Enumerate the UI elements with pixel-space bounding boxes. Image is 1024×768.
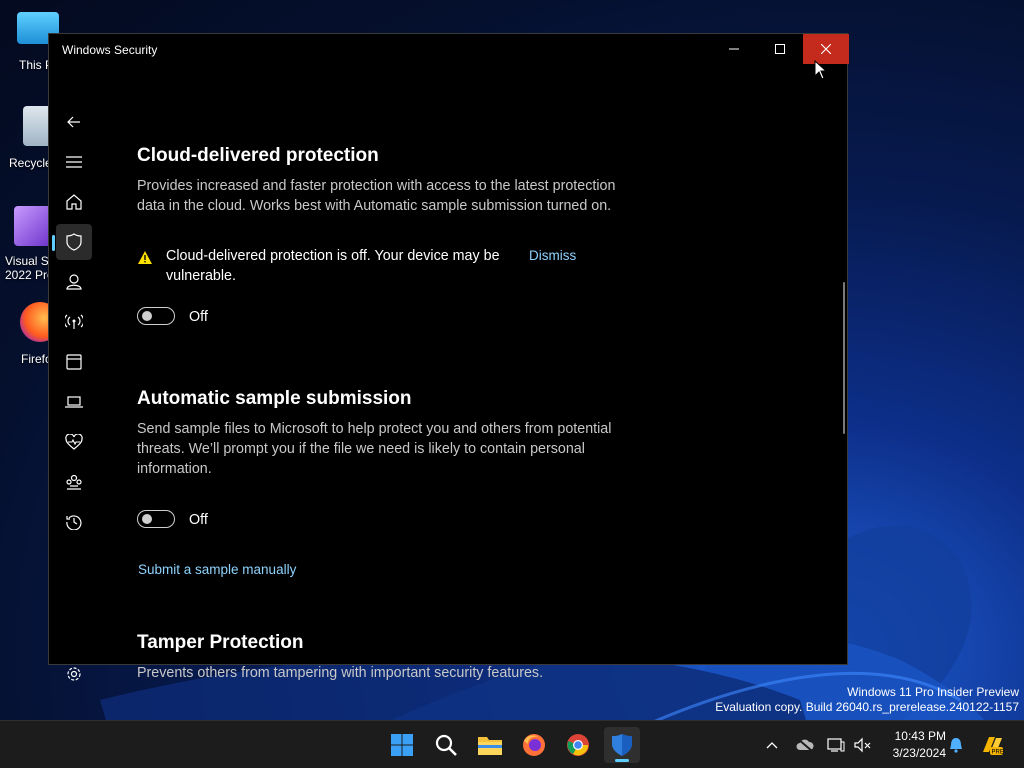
navigation-rail bbox=[49, 66, 97, 681]
start-icon bbox=[391, 734, 413, 756]
close-icon bbox=[821, 44, 831, 54]
desktop-icon-label: Recycle bbox=[9, 156, 52, 170]
settings-content: Cloud-delivered protection Provides incr… bbox=[137, 66, 847, 681]
dismiss-link[interactable]: Dismiss bbox=[529, 246, 576, 266]
clock-date: 3/23/2024 bbox=[892, 746, 946, 760]
file-explorer-icon bbox=[478, 737, 502, 755]
maximize-icon bbox=[775, 44, 785, 54]
menu-button[interactable] bbox=[56, 144, 92, 180]
search-button[interactable] bbox=[428, 727, 464, 763]
submit-sample-manually-link[interactable]: Submit a sample manually bbox=[138, 562, 296, 577]
search-icon bbox=[435, 734, 457, 756]
back-icon bbox=[67, 116, 80, 128]
nav-account-protection[interactable] bbox=[56, 264, 92, 300]
copilot-pre-icon: PRE bbox=[983, 737, 1004, 756]
onedrive-tray[interactable] bbox=[794, 721, 816, 768]
title-bar[interactable]: Windows Security bbox=[49, 34, 849, 66]
person-icon bbox=[66, 274, 82, 290]
windows-security-window: Windows Security Cloud-delivered protect… bbox=[48, 33, 849, 681]
cloud-protection-heading: Cloud-delivered protection bbox=[137, 145, 379, 166]
start-button[interactable] bbox=[384, 727, 420, 763]
desktop-icon-label: Visual St 2022 Pre bbox=[5, 254, 54, 282]
nav-firewall[interactable] bbox=[56, 304, 92, 340]
copilot-button[interactable]: PRE bbox=[978, 721, 1006, 768]
sample-submission-toggle[interactable] bbox=[137, 510, 175, 528]
clock-time: 10:43 PM bbox=[894, 729, 946, 743]
notifications-button[interactable] bbox=[946, 721, 966, 768]
mouse-cursor-icon bbox=[814, 60, 826, 80]
nav-protection-history[interactable] bbox=[56, 504, 92, 540]
network-tray[interactable] bbox=[826, 721, 846, 768]
firefox-button[interactable] bbox=[516, 727, 552, 763]
vertical-scrollbar[interactable] bbox=[843, 282, 845, 434]
volume-tray[interactable] bbox=[852, 721, 874, 768]
taskbar: 10:43 PM 3/23/2024 PRE bbox=[0, 720, 1024, 768]
nav-family-options[interactable] bbox=[56, 464, 92, 500]
tamper-protection-heading: Tamper Protection bbox=[137, 632, 304, 653]
menu-icon bbox=[66, 156, 82, 168]
svg-text:PRE: PRE bbox=[992, 750, 1004, 756]
cloud-offline-icon bbox=[796, 738, 814, 752]
chrome-icon bbox=[567, 734, 589, 756]
chrome-button[interactable] bbox=[560, 727, 596, 763]
taskbar-clock[interactable]: 10:43 PM 3/23/2024 bbox=[876, 728, 946, 762]
back-button[interactable] bbox=[56, 104, 92, 140]
tamper-protection-description: Prevents others from tampering with impo… bbox=[137, 665, 544, 681]
watermark-line-1: Windows 11 Pro Insider Preview bbox=[847, 685, 1019, 699]
heart-icon bbox=[65, 434, 83, 450]
toggle-knob bbox=[142, 311, 152, 321]
cloud-protection-description: Provides increased and faster protection… bbox=[137, 178, 616, 214]
windows-security-icon bbox=[612, 734, 632, 756]
minimize-icon bbox=[729, 48, 739, 50]
minimize-button[interactable] bbox=[711, 34, 757, 64]
nav-device-security[interactable] bbox=[56, 384, 92, 420]
home-icon bbox=[66, 194, 82, 210]
active-indicator bbox=[52, 235, 55, 251]
file-explorer-button[interactable] bbox=[472, 727, 508, 763]
nav-app-browser[interactable] bbox=[56, 344, 92, 380]
settings-icon bbox=[67, 667, 81, 681]
sample-toggle-label: Off bbox=[189, 512, 208, 528]
close-button[interactable] bbox=[803, 34, 849, 64]
wifi-icon bbox=[65, 314, 83, 329]
nav-home[interactable] bbox=[56, 184, 92, 220]
bell-icon bbox=[950, 738, 962, 753]
maximize-button[interactable] bbox=[757, 34, 803, 64]
history-icon bbox=[66, 515, 82, 530]
show-hidden-icons-button[interactable] bbox=[762, 721, 782, 768]
device-icon bbox=[65, 396, 83, 408]
nav-settings[interactable] bbox=[56, 656, 92, 692]
cloud-warning-text: Cloud-delivered protection is off. Your … bbox=[166, 248, 500, 284]
sample-submission-heading: Automatic sample submission bbox=[137, 388, 412, 409]
window-title: Windows Security bbox=[62, 43, 158, 57]
windows-security-taskbar-button[interactable] bbox=[604, 727, 640, 763]
evaluation-watermark: Windows 11 Pro Insider Preview Evaluatio… bbox=[715, 685, 1019, 715]
nav-virus-protection[interactable] bbox=[56, 224, 92, 260]
chevron-up-icon bbox=[766, 742, 778, 749]
warning-icon bbox=[138, 251, 152, 264]
cloud-protection-toggle[interactable] bbox=[137, 307, 175, 325]
sample-submission-description: Send sample files to Microsoft to help p… bbox=[137, 421, 612, 477]
app-browser-icon bbox=[66, 354, 82, 370]
nav-device-health[interactable] bbox=[56, 424, 92, 460]
shield-icon bbox=[66, 233, 82, 251]
watermark-line-2: Evaluation copy. Build 26040.rs_prerelea… bbox=[715, 700, 1019, 714]
toggle-knob bbox=[142, 514, 152, 524]
cloud-toggle-label: Off bbox=[189, 309, 208, 325]
firefox-icon bbox=[523, 734, 545, 756]
active-app-indicator bbox=[615, 759, 629, 762]
family-icon bbox=[66, 474, 82, 490]
network-icon bbox=[827, 738, 845, 752]
volume-muted-icon bbox=[854, 737, 871, 753]
